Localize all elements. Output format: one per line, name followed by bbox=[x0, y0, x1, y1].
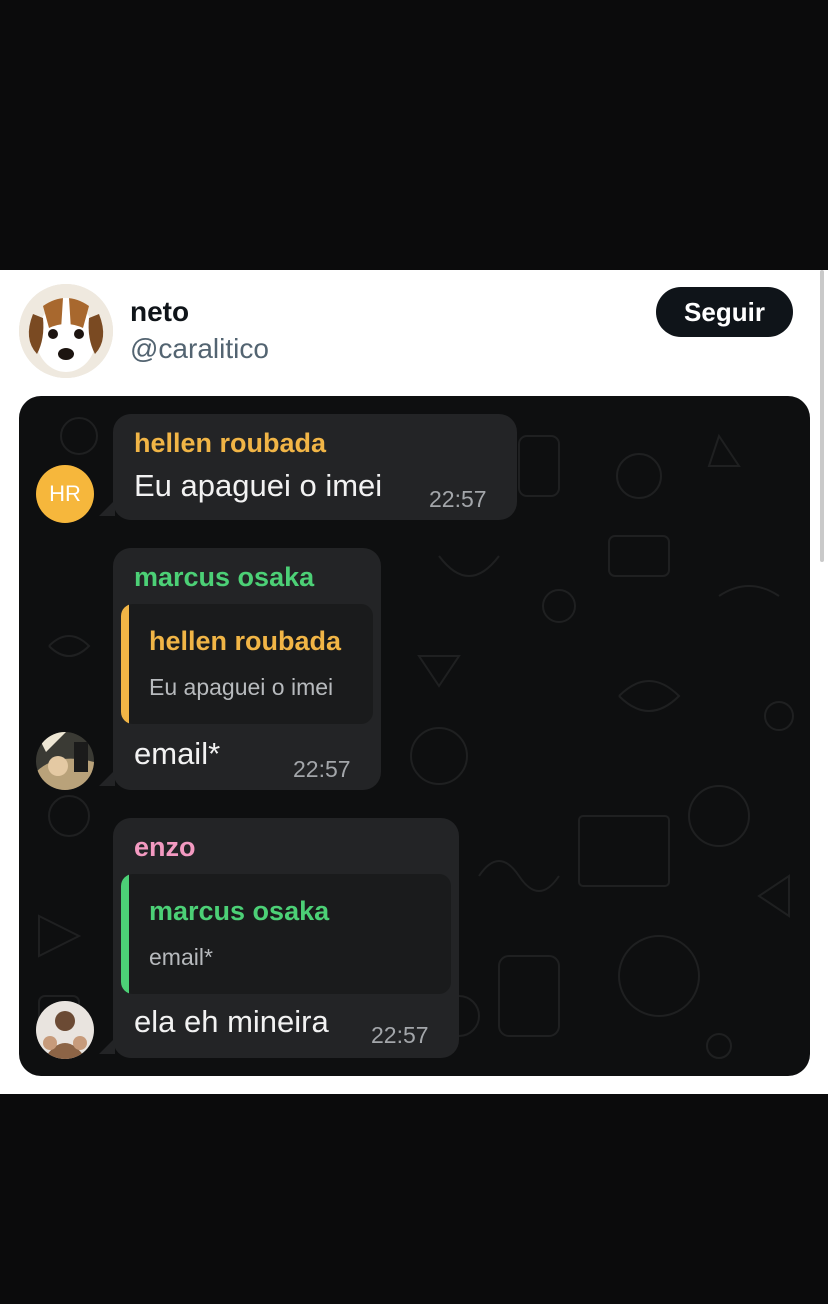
message-bubble[interactable]: enzo marcus osaka email* ela eh mineira … bbox=[113, 818, 459, 1058]
photo-avatar-image bbox=[36, 732, 94, 790]
puppy-avatar-image bbox=[19, 284, 113, 378]
scrollbar[interactable] bbox=[820, 270, 824, 562]
quote-accent-bar bbox=[121, 604, 129, 724]
quote-text: Eu apaguei o imei bbox=[149, 674, 334, 700]
quote-sender: hellen roubada bbox=[149, 626, 342, 656]
quote-sender: marcus osaka bbox=[149, 896, 330, 926]
quote-text: email* bbox=[149, 944, 213, 970]
quote-accent-bar bbox=[121, 874, 129, 994]
message-sender: enzo bbox=[134, 832, 196, 862]
photo-avatar-image bbox=[36, 1001, 94, 1059]
avatar-marcus-osaka[interactable] bbox=[36, 732, 94, 790]
message-time: 22:57 bbox=[371, 1022, 429, 1048]
avatar-initials: HR bbox=[49, 481, 81, 506]
message-text: Eu apaguei o imei bbox=[134, 468, 383, 503]
avatar-enzo[interactable] bbox=[36, 1001, 94, 1059]
avatar-hellen-roubada[interactable]: HR bbox=[36, 465, 94, 523]
message-sender: marcus osaka bbox=[134, 562, 315, 592]
reply-quote[interactable]: marcus osaka email* bbox=[121, 874, 451, 994]
author-name[interactable]: neto bbox=[130, 296, 189, 328]
message-text: email* bbox=[134, 736, 221, 771]
author-handle[interactable]: @caralitico bbox=[130, 333, 269, 365]
message-time: 22:57 bbox=[293, 756, 351, 782]
follow-button[interactable]: Seguir bbox=[656, 287, 793, 337]
message-sender: hellen roubada bbox=[134, 428, 327, 458]
reply-quote[interactable]: hellen roubada Eu apaguei o imei bbox=[121, 604, 373, 724]
message-time: 22:57 bbox=[429, 486, 487, 512]
message-bubble[interactable]: hellen roubada Eu apaguei o imei 22:57 bbox=[113, 414, 517, 520]
profile-avatar[interactable] bbox=[19, 284, 113, 378]
message-bubble[interactable]: marcus osaka hellen roubada Eu apaguei o… bbox=[113, 548, 381, 790]
chat-screenshot[interactable]: HR hellen roubada Eu apaguei o imei 22:5… bbox=[19, 396, 810, 1076]
message-text: ela eh mineira bbox=[134, 1004, 329, 1039]
